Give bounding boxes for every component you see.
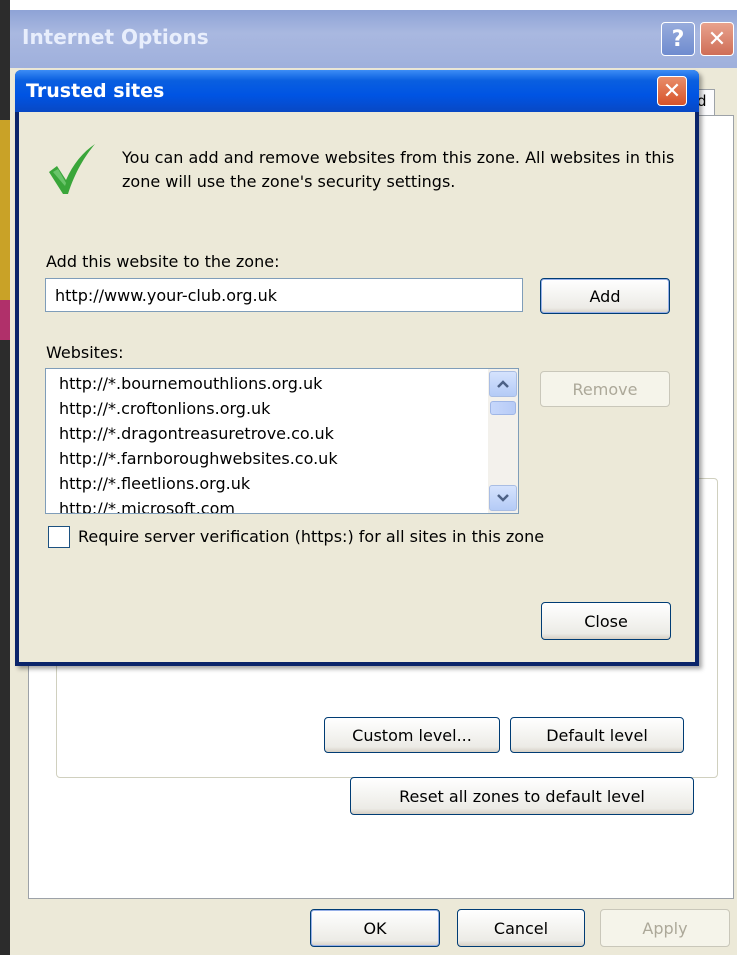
list-item[interactable]: http://*.dragontreasuretrove.co.uk bbox=[59, 421, 484, 446]
default-level-label: Default level bbox=[546, 725, 648, 745]
trusted-sites-titlebar[interactable]: Trusted sites ✕ bbox=[15, 70, 699, 112]
websites-label: Websites: bbox=[46, 343, 124, 362]
dialog-title: Trusted sites bbox=[26, 80, 165, 102]
dialog-close-button[interactable]: ✕ bbox=[657, 76, 687, 106]
scroll-thumb[interactable] bbox=[490, 401, 516, 415]
dialog-body: You can add and remove websites from thi… bbox=[19, 112, 695, 662]
remove-button[interactable]: Remove bbox=[540, 371, 670, 407]
custom-level-label: Custom level... bbox=[352, 725, 472, 745]
checkmark-icon bbox=[49, 144, 95, 194]
remove-button-label: Remove bbox=[572, 379, 638, 399]
window-close-button[interactable]: ✕ bbox=[700, 22, 734, 56]
require-https-label[interactable]: Require server verification (https:) for… bbox=[78, 527, 544, 546]
list-item[interactable]: http://*.fleetlions.org.uk bbox=[59, 471, 484, 496]
chevron-down-icon bbox=[497, 494, 509, 502]
default-level-button[interactable]: Default level bbox=[510, 717, 684, 753]
websites-scrollbar[interactable] bbox=[488, 369, 518, 513]
desktop-background-accent bbox=[0, 120, 10, 320]
list-item[interactable]: http://*.farnboroughwebsites.co.uk bbox=[59, 446, 484, 471]
require-https-checkbox[interactable] bbox=[48, 526, 70, 548]
cancel-button[interactable]: Cancel bbox=[457, 909, 585, 947]
scroll-down-button[interactable] bbox=[489, 485, 517, 511]
ok-label: OK bbox=[363, 918, 387, 938]
websites-list[interactable]: http://*.bournemouthlions.org.uk http://… bbox=[45, 368, 519, 514]
add-button-label: Add bbox=[589, 286, 621, 306]
help-button[interactable]: ? bbox=[661, 22, 695, 56]
apply-label: Apply bbox=[642, 918, 688, 938]
list-item[interactable]: http://*.microsoft.com bbox=[59, 496, 484, 513]
window-title: Internet Options bbox=[22, 25, 209, 49]
close-icon: ✕ bbox=[662, 78, 682, 104]
custom-level-button[interactable]: Custom level... bbox=[324, 717, 500, 753]
websites-list-items: http://*.bournemouthlions.org.uk http://… bbox=[59, 371, 484, 513]
scroll-up-button[interactable] bbox=[489, 371, 517, 397]
apply-button[interactable]: Apply bbox=[600, 909, 730, 947]
list-item[interactable]: http://*.bournemouthlions.org.uk bbox=[59, 371, 484, 396]
chevron-up-icon bbox=[497, 380, 509, 388]
add-website-label: Add this website to the zone: bbox=[46, 252, 280, 271]
desktop-background-accent-2 bbox=[0, 300, 10, 340]
trusted-sites-dialog: Trusted sites ✕ You can add and remove w… bbox=[15, 70, 699, 666]
close-icon: ✕ bbox=[707, 26, 727, 52]
reset-all-zones-label: Reset all zones to default level bbox=[399, 786, 645, 806]
internet-options-titlebar[interactable]: Internet Options ? ✕ bbox=[10, 10, 737, 68]
website-url-input[interactable] bbox=[45, 278, 523, 312]
close-button-label: Close bbox=[584, 611, 628, 631]
help-icon: ? bbox=[671, 26, 685, 52]
add-button[interactable]: Add bbox=[540, 278, 670, 314]
close-button[interactable]: Close bbox=[541, 602, 671, 640]
zone-info-text: You can add and remove websites from thi… bbox=[122, 148, 675, 191]
cancel-label: Cancel bbox=[493, 918, 549, 938]
ok-button[interactable]: OK bbox=[310, 909, 440, 947]
reset-all-zones-button[interactable]: Reset all zones to default level bbox=[350, 777, 694, 815]
list-item[interactable]: http://*.croftonlions.org.uk bbox=[59, 396, 484, 421]
